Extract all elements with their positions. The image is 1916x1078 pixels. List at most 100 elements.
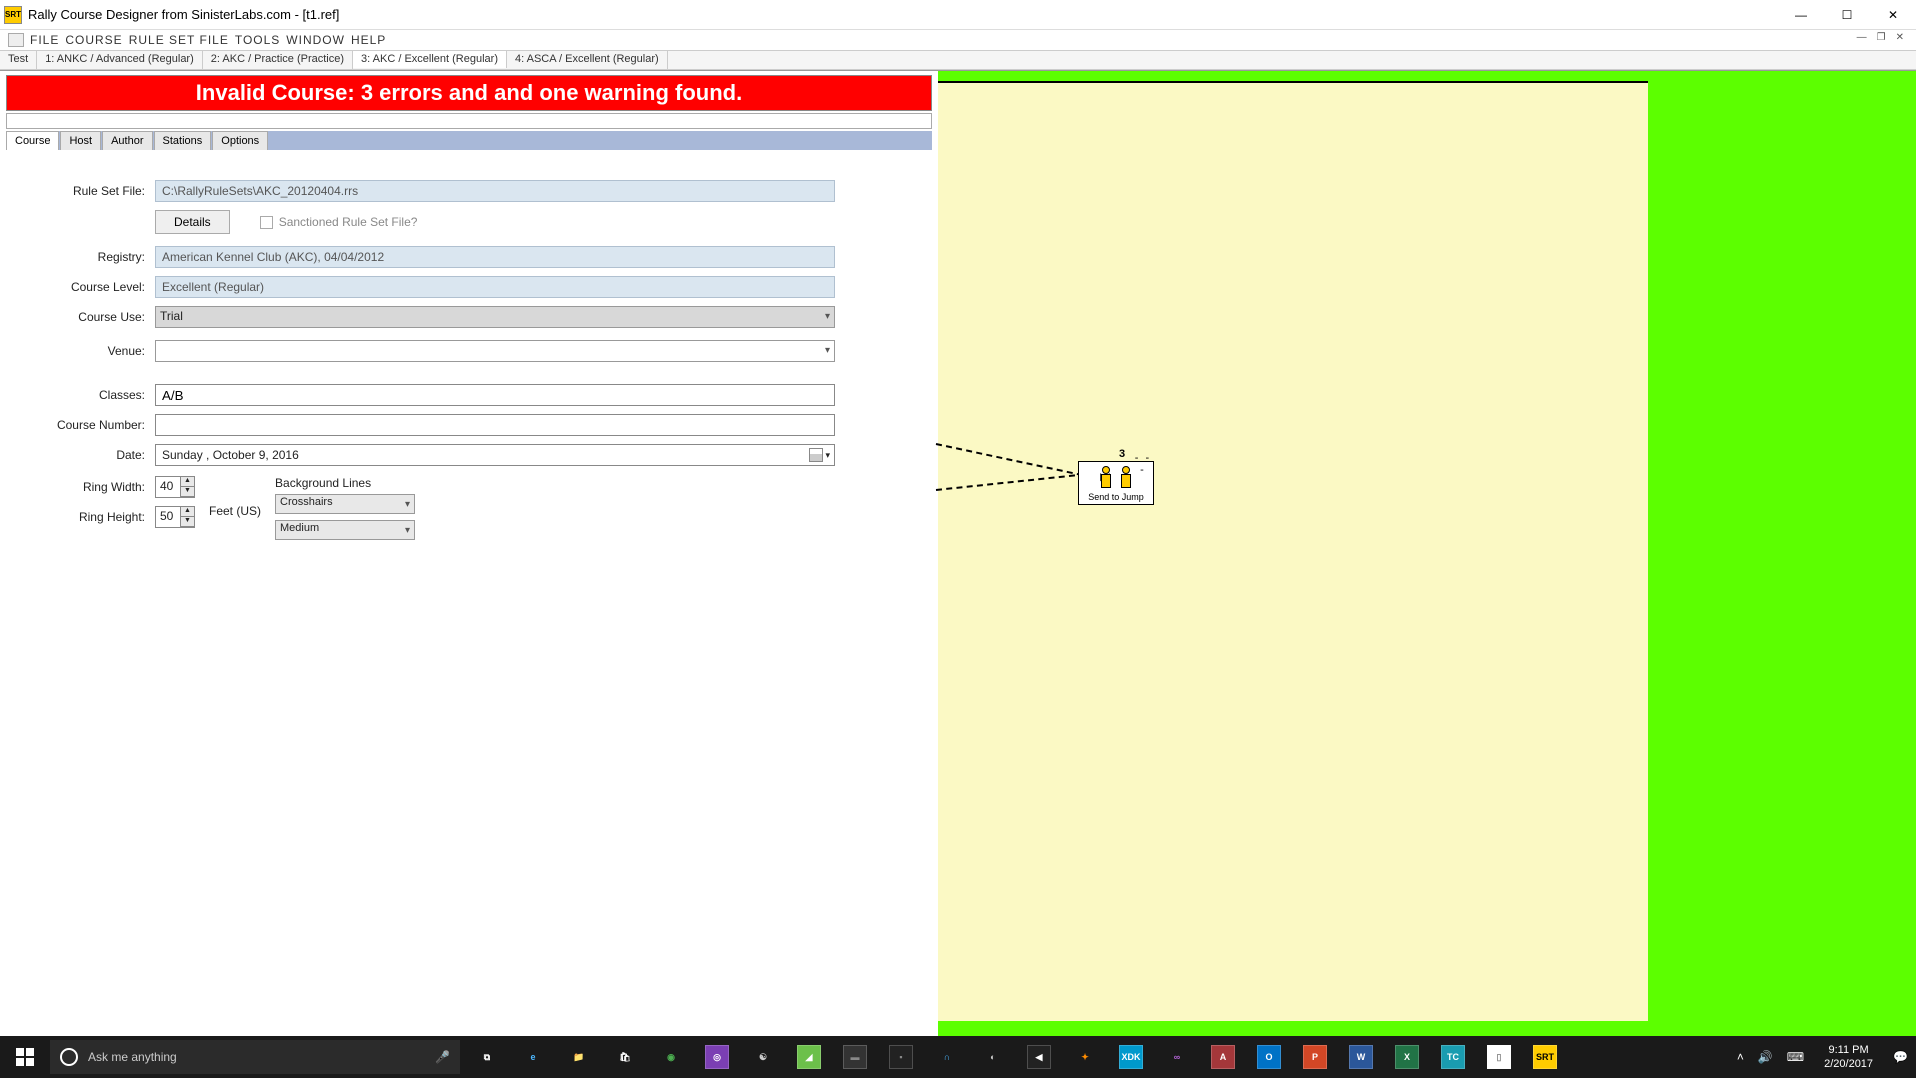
mdi-close[interactable]: ✕ (1896, 32, 1904, 43)
input-course-number[interactable] (155, 414, 835, 436)
taskbar-app-access[interactable]: A (1200, 1036, 1246, 1078)
menu-file[interactable]: FILE (30, 33, 59, 47)
label-course-level: Course Level: (20, 280, 155, 294)
taskbar-app-teamcity[interactable]: TC (1430, 1036, 1476, 1078)
taskbar-app-visual-studio[interactable]: ∞ (1154, 1036, 1200, 1078)
ring-width-value: 40 (160, 479, 173, 493)
tray-keyboard-icon[interactable]: ⌨ (1787, 1050, 1804, 1064)
spin-down-icon[interactable]: ▼ (181, 517, 194, 527)
mic-icon[interactable]: 🎤 (435, 1050, 450, 1064)
taskbar-app-powerpoint[interactable]: P (1292, 1036, 1338, 1078)
select-bg-weight[interactable]: Medium ▾ (275, 520, 415, 540)
input-date[interactable]: Sunday , October 9, 2016 ▾ (155, 444, 835, 466)
course-canvas[interactable]: 3 - - - ⋈ Send to Jump (938, 81, 1648, 1021)
taskbar-app-word[interactable]: W (1338, 1036, 1384, 1078)
taskbar-app-file-explorer[interactable]: 📁 (556, 1036, 602, 1078)
taskbar-app-outlook[interactable]: O (1246, 1036, 1292, 1078)
input-classes[interactable] (155, 384, 835, 406)
figure-icon (1100, 466, 1112, 490)
menu-course[interactable]: COURSE (65, 33, 122, 47)
taskbar-app-unity[interactable]: ◀ (1016, 1036, 1062, 1078)
field-course-level: Excellent (Regular) (155, 276, 835, 298)
inner-tab-author[interactable]: Author (102, 131, 152, 150)
search-box[interactable]: Ask me anything 🎤 (50, 1040, 460, 1074)
taskbar-app-rally-app[interactable]: SRT (1522, 1036, 1568, 1078)
spinner-ring-width[interactable]: 40 ▲▼ (155, 476, 195, 498)
spin-up-icon[interactable]: ▲ (181, 477, 194, 487)
figure-icon (1120, 466, 1132, 490)
taskbar-app-task-view[interactable]: ⧉ (464, 1036, 510, 1078)
label-registry: Registry: (20, 250, 155, 264)
label-ring-width: Ring Width: (20, 480, 155, 494)
taskbar-app-xdk[interactable]: XDK (1108, 1036, 1154, 1078)
maximize-button[interactable]: ☐ (1824, 0, 1870, 30)
window-title: Rally Course Designer from SinisterLabs.… (28, 7, 339, 22)
station-card[interactable]: 3 - - - ⋈ Send to Jump (1078, 461, 1154, 505)
mdi-minimize[interactable]: — (1857, 32, 1867, 43)
subtab-2[interactable]: 2: AKC / Practice (Practice) (203, 51, 353, 69)
subtab-1[interactable]: 1: ANKC / Advanced (Regular) (37, 51, 203, 69)
subtab-test[interactable]: Test (0, 51, 37, 69)
taskbar-app-app12[interactable]: ◐ (970, 1036, 1016, 1078)
bg-style-value: Crosshairs (280, 496, 333, 508)
label-rule-set-file: Rule Set File: (20, 184, 155, 198)
taskbar-app-app10[interactable]: ▪ (878, 1036, 924, 1078)
ring-height-value: 50 (160, 509, 173, 523)
label-bg-lines: Background Lines (275, 476, 415, 490)
inner-tab-stations[interactable]: Stations (154, 131, 212, 150)
tray-clock[interactable]: 9:11 PM 2/20/2017 (1818, 1043, 1879, 1071)
menu-help[interactable]: HELP (351, 33, 386, 47)
menu-tools[interactable]: TOOLS (235, 33, 280, 47)
select-course-use[interactable]: Trial ▾ (155, 306, 835, 328)
inner-tab-host[interactable]: Host (60, 131, 101, 150)
mdi-restore[interactable]: ❐ (1877, 32, 1886, 43)
taskbar-app-gog[interactable]: ◎ (694, 1036, 740, 1078)
sanctioned-checkbox[interactable] (260, 216, 273, 229)
taskbar-app-cmd[interactable]: ▬ (832, 1036, 878, 1078)
taskbar-app-app7[interactable]: ☯ (740, 1036, 786, 1078)
menu-ruleset[interactable]: RULE SET FILE (129, 33, 229, 47)
spinner-ring-height[interactable]: 50 ▲▼ (155, 506, 195, 528)
select-venue[interactable]: ▾ (155, 340, 835, 362)
taskbar-app-blender[interactable]: ✦ (1062, 1036, 1108, 1078)
tray-volume-icon[interactable]: 🔊 (1758, 1050, 1773, 1064)
inner-tab-options[interactable]: Options (212, 131, 268, 150)
taskbar-app-notepad[interactable]: ▯ (1476, 1036, 1522, 1078)
error-banner: Invalid Course: 3 errors and and one war… (6, 75, 932, 111)
tray-chevron-up-icon[interactable]: ˄ (1737, 1050, 1744, 1064)
field-registry: American Kennel Club (AKC), 04/04/2012 (155, 246, 835, 268)
mdi-controls: — ❐ ✕ (1857, 32, 1904, 43)
menu-window[interactable]: WINDOW (286, 33, 345, 47)
search-placeholder: Ask me anything (88, 1050, 177, 1064)
taskbar-app-store[interactable]: 🛍 (602, 1036, 648, 1078)
taskbar-app-edge[interactable]: e (510, 1036, 556, 1078)
chevron-down-icon: ▾ (825, 311, 830, 322)
inner-tab-course[interactable]: Course (6, 131, 59, 150)
spin-up-icon[interactable]: ▲ (181, 507, 194, 517)
cortana-icon (60, 1048, 78, 1066)
calendar-icon[interactable] (809, 448, 823, 462)
sanctioned-checkbox-wrap[interactable]: Sanctioned Rule Set File? (260, 215, 418, 229)
spin-down-icon[interactable]: ▼ (181, 487, 194, 497)
station-path-out: - - - (1133, 452, 1153, 476)
taskbar: Ask me anything 🎤 ⧉e📁🛍◉◎☯◢▬▪∩◐◀✦XDK∞AOPW… (0, 1036, 1916, 1078)
close-button[interactable]: ✕ (1870, 0, 1916, 30)
subtab-4[interactable]: 4: ASCA / Excellent (Regular) (507, 51, 668, 69)
chevron-down-icon: ▾ (405, 499, 410, 510)
field-rule-set-file: C:\RallyRuleSets\AKC_20120404.rrs (155, 180, 835, 202)
subtab-3[interactable]: 3: AKC / Excellent (Regular) (353, 50, 507, 68)
bg-weight-value: Medium (280, 522, 319, 534)
select-bg-style[interactable]: Crosshairs ▾ (275, 494, 415, 514)
doc-icon (8, 33, 24, 47)
start-button[interactable] (0, 1036, 50, 1078)
taskbar-app-app8[interactable]: ◢ (786, 1036, 832, 1078)
document-tabs: Test 1: ANKC / Advanced (Regular) 2: AKC… (0, 50, 1916, 70)
chevron-down-icon[interactable]: ▾ (825, 450, 830, 461)
taskbar-app-chrome[interactable]: ◉ (648, 1036, 694, 1078)
tray-notifications-icon[interactable]: 💬 (1893, 1050, 1908, 1064)
details-button[interactable]: Details (155, 210, 230, 234)
taskbar-app-excel[interactable]: X (1384, 1036, 1430, 1078)
titlebar: SRT Rally Course Designer from SinisterL… (0, 0, 1916, 30)
taskbar-app-app11[interactable]: ∩ (924, 1036, 970, 1078)
minimize-button[interactable]: — (1778, 0, 1824, 30)
